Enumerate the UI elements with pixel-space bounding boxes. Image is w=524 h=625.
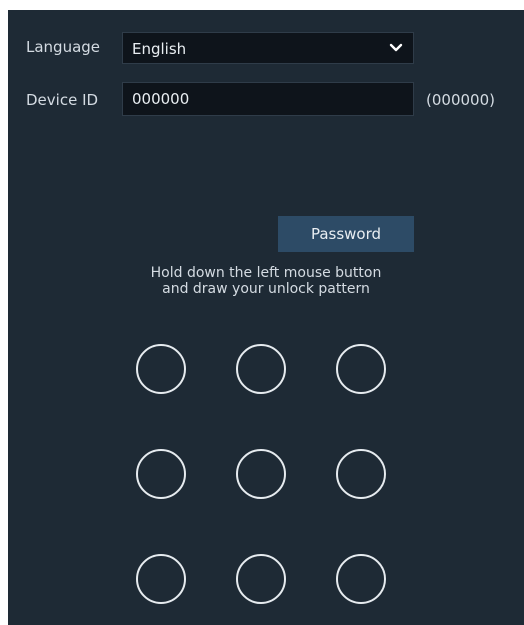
device-id-label: Device ID: [26, 91, 99, 109]
instructions-line-1: Hold down the left mouse button: [150, 265, 382, 281]
pattern-dot-1[interactable]: [136, 344, 186, 394]
password-button[interactable]: Password: [278, 216, 414, 252]
pattern-dot-2[interactable]: [236, 344, 286, 394]
language-selected-value: English: [132, 40, 187, 58]
chevron-down-icon: [389, 43, 403, 52]
login-panel: Language English Device ID (000000) Pass…: [8, 10, 524, 625]
language-label: Language: [26, 38, 101, 56]
pattern-dot-3[interactable]: [336, 344, 386, 394]
pattern-dot-7[interactable]: [136, 554, 186, 604]
pattern-dot-5[interactable]: [236, 449, 286, 499]
pattern-instructions: Hold down the left mouse button and draw…: [8, 265, 524, 297]
language-select[interactable]: English: [122, 32, 414, 64]
pattern-dot-8[interactable]: [236, 554, 286, 604]
instructions-line-2: and draw your unlock pattern: [162, 281, 370, 297]
pattern-dot-4[interactable]: [136, 449, 186, 499]
device-id-input[interactable]: [122, 82, 414, 116]
device-id-hint: (000000): [426, 91, 495, 109]
pattern-dot-6[interactable]: [336, 449, 386, 499]
pattern-dot-9[interactable]: [336, 554, 386, 604]
